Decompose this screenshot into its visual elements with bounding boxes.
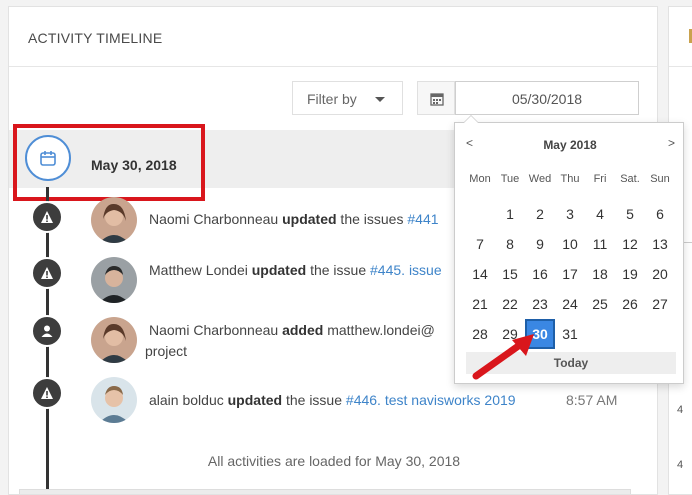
entry-verb: updated <box>282 211 337 227</box>
calendar-day[interactable]: 9 <box>525 229 555 259</box>
calendar-day[interactable]: 17 <box>555 259 585 289</box>
annotation-highlight-box <box>13 124 205 201</box>
calendar-day[interactable]: 11 <box>585 229 615 259</box>
calendar-day[interactable]: 21 <box>465 289 495 319</box>
calendar-day[interactable]: 16 <box>525 259 555 289</box>
filter-by-dropdown[interactable]: Filter by <box>292 81 403 115</box>
calendar-empty-cell <box>645 319 675 349</box>
warning-icon <box>41 387 53 399</box>
timeline-dot <box>31 377 63 409</box>
activity-entry-subtext: project <box>145 343 188 359</box>
entry-detail: matthew.londei@ <box>323 322 435 338</box>
avatar <box>91 317 137 363</box>
calendar-day[interactable]: 25 <box>585 289 615 319</box>
popup-pointer <box>463 115 479 123</box>
entry-user: Naomi Charbonneau <box>149 322 279 338</box>
calendar-day[interactable]: 20 <box>645 259 675 289</box>
calendar-empty-cell <box>585 319 615 349</box>
datepicker-grid: Mon Tue Wed Thu Fri Sat. Sun 1 2 3 4 5 6 7 8 9 10 11 12 13 1… <box>465 169 675 349</box>
calendar-day[interactable]: 8 <box>495 229 525 259</box>
entry-verb: updated <box>251 262 307 278</box>
bottom-scroll-bar[interactable] <box>19 489 631 494</box>
calendar-empty-cell <box>465 199 495 229</box>
entry-user: Naomi Charbonneau <box>149 211 279 227</box>
calendar-day[interactable]: 13 <box>645 229 675 259</box>
axis-number: 4 <box>677 459 684 471</box>
warning-icon <box>41 267 53 279</box>
axis-number: 4 <box>677 404 684 416</box>
calendar-day[interactable]: 31 <box>555 319 585 349</box>
issue-link[interactable]: #446. test navisworks 2019 <box>346 392 516 408</box>
calendar-empty-cell <box>615 319 645 349</box>
timeline-dot <box>31 257 63 289</box>
calendar-day[interactable]: 5 <box>615 199 645 229</box>
activity-entry-text: Naomi Charbonneau updated the issues #44… <box>149 211 439 227</box>
calendar-day[interactable]: 18 <box>585 259 615 289</box>
user-icon <box>41 325 53 337</box>
calendar-day[interactable]: 15 <box>495 259 525 289</box>
calendar-day[interactable]: 14 <box>465 259 495 289</box>
caret-down-icon <box>375 97 385 102</box>
calendar-day[interactable]: 19 <box>615 259 645 289</box>
calendar-day[interactable]: 1 <box>495 199 525 229</box>
calendar-day[interactable]: 26 <box>615 289 645 319</box>
weekday-header: Mon <box>469 173 491 185</box>
date-input[interactable]: 05/30/2018 <box>455 81 639 115</box>
panel-title: ACTIVITY TIMELINE <box>9 7 657 67</box>
weekday-header: Sun <box>650 173 670 185</box>
calendar-day[interactable]: 4 <box>585 199 615 229</box>
activity-entry-text: Matthew Londei updated the issue #445. i… <box>149 262 442 278</box>
activity-entry-text: alain bolduc updated the issue #446. tes… <box>149 392 516 408</box>
timeline-dot <box>31 201 63 233</box>
annotation-arrow-icon <box>472 334 534 380</box>
entry-detail: the issue <box>282 392 346 408</box>
entry-verb: added <box>282 322 324 338</box>
calendar-day[interactable]: 3 <box>555 199 585 229</box>
activity-entry-text: Naomi Charbonneau added matthew.londei@ <box>149 322 435 338</box>
weekday-header: Sat. <box>620 173 640 185</box>
datepicker-month-title[interactable]: May 2018 <box>455 138 685 152</box>
calendar-day[interactable]: 12 <box>615 229 645 259</box>
avatar <box>91 197 137 243</box>
warning-icon <box>41 211 53 223</box>
calendar-icon <box>430 93 444 106</box>
entry-verb: updated <box>227 392 283 408</box>
issue-link[interactable]: #445. issue <box>370 262 442 278</box>
entry-time: 8:57 AM <box>566 392 618 408</box>
filter-by-label: Filter by <box>307 91 357 107</box>
weekday-header: Fri <box>593 173 607 185</box>
activities-loaded-note: All activities are loaded for May 30, 20… <box>207 453 461 469</box>
calendar-day[interactable]: 24 <box>555 289 585 319</box>
calendar-day[interactable]: 10 <box>555 229 585 259</box>
entry-user: alain bolduc <box>149 392 224 408</box>
axis-tick <box>683 242 692 243</box>
entry-user: Matthew Londei <box>149 262 248 278</box>
next-month-button[interactable]: > <box>668 136 675 150</box>
calendar-day[interactable]: 22 <box>495 289 525 319</box>
avatar <box>91 377 137 423</box>
entry-detail: the issue <box>306 262 371 278</box>
calendar-day[interactable]: 27 <box>645 289 675 319</box>
avatar <box>91 257 137 303</box>
calendar-day[interactable]: 6 <box>645 199 675 229</box>
calendar-day[interactable]: 2 <box>525 199 555 229</box>
calendar-button[interactable] <box>417 81 455 115</box>
timeline-dot <box>31 315 63 347</box>
calendar-day[interactable]: 7 <box>465 229 495 259</box>
entry-detail: the issues <box>336 211 408 227</box>
issue-link[interactable]: #441 <box>407 211 438 227</box>
weekday-header: Thu <box>560 173 580 185</box>
calendar-day[interactable]: 23 <box>525 289 555 319</box>
weekday-header: Tue <box>500 173 520 185</box>
weekday-header: Wed <box>528 173 552 185</box>
